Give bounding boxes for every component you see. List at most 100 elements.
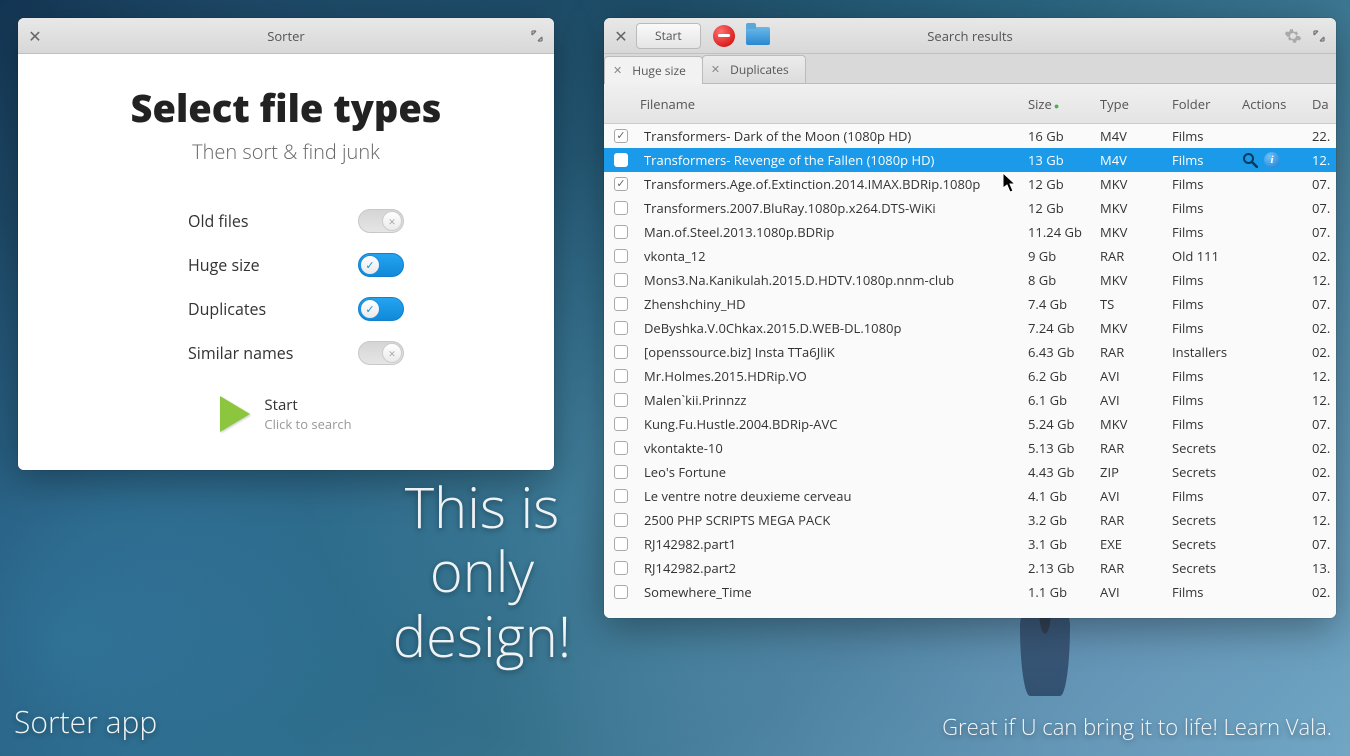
sorter-titlebar[interactable]: ✕ Sorter bbox=[18, 18, 554, 54]
row-checkbox[interactable] bbox=[614, 249, 628, 263]
table-row[interactable]: vkonta_129 GbRAROld 111i02. bbox=[604, 244, 1336, 268]
toggle-huge size[interactable] bbox=[358, 253, 404, 277]
table-row[interactable]: Malen`kii.Prinnzz6.1 GbAVIFilmsi12. bbox=[604, 388, 1336, 412]
magnifier-icon[interactable] bbox=[1242, 152, 1258, 168]
cell-folder: Secrets bbox=[1172, 535, 1242, 553]
row-checkbox[interactable] bbox=[614, 585, 628, 599]
maximize-icon[interactable] bbox=[528, 27, 546, 45]
col-filename[interactable]: Filename bbox=[636, 95, 1028, 113]
toolbar-start-button[interactable]: Start bbox=[636, 23, 701, 49]
open-folder-button[interactable] bbox=[745, 23, 771, 49]
table-row[interactable]: Man.of.Steel.2013.1080p.BDRip11.24 GbMKV… bbox=[604, 220, 1336, 244]
row-checkbox[interactable] bbox=[614, 273, 628, 287]
col-size[interactable]: Size● bbox=[1028, 95, 1100, 113]
cell-folder: Secrets bbox=[1172, 511, 1242, 529]
table-row[interactable]: RJ142982.part13.1 GbEXESecretsi07. bbox=[604, 532, 1336, 556]
table-row[interactable]: DeByshka.V.0Chkax.2015.D.WEB-DL.1080p7.2… bbox=[604, 316, 1336, 340]
sorter-body: Select file types Then sort & find junk … bbox=[18, 54, 554, 470]
results-titlebar[interactable]: ✕ Start Search results bbox=[604, 18, 1336, 54]
cell-type: TS bbox=[1100, 295, 1172, 313]
tab-huge size[interactable]: ✕ Huge size bbox=[604, 56, 703, 84]
tab-close-icon[interactable]: ✕ bbox=[613, 63, 622, 78]
row-checkbox[interactable] bbox=[614, 345, 628, 359]
cell-date: 02. bbox=[1312, 247, 1336, 265]
table-row[interactable]: Transformers- Dark of the Moon (1080p HD… bbox=[604, 124, 1336, 148]
toggle-duplicates[interactable] bbox=[358, 297, 404, 321]
cell-date: 02. bbox=[1312, 343, 1336, 361]
cell-date: 12. bbox=[1312, 511, 1336, 529]
cell-type: MKV bbox=[1100, 223, 1172, 241]
option-label: Similar names bbox=[188, 342, 293, 364]
row-checkbox[interactable] bbox=[614, 201, 628, 215]
row-checkbox[interactable] bbox=[614, 441, 628, 455]
cell-type: MKV bbox=[1100, 271, 1172, 289]
row-checkbox[interactable] bbox=[614, 225, 628, 239]
table-row[interactable]: Transformers.2007.BluRay.1080p.x264.DTS-… bbox=[604, 196, 1336, 220]
table-row[interactable]: vkontakte-105.13 GbRARSecretsi02. bbox=[604, 436, 1336, 460]
col-type[interactable]: Type bbox=[1100, 95, 1172, 113]
row-checkbox[interactable] bbox=[614, 321, 628, 335]
table-row[interactable]: Mr.Holmes.2015.HDRip.VO6.2 GbAVIFilmsi12… bbox=[604, 364, 1336, 388]
row-checkbox[interactable] bbox=[614, 297, 628, 311]
cell-type: M4V bbox=[1100, 127, 1172, 145]
table-row[interactable]: [openssource.biz] Insta TTa6JliK6.43 GbR… bbox=[604, 340, 1336, 364]
table-row[interactable]: 2500 PHP SCRIPTS MEGA PACK3.2 GbRARSecre… bbox=[604, 508, 1336, 532]
cell-date: 07. bbox=[1312, 223, 1336, 241]
row-checkbox[interactable] bbox=[614, 177, 628, 191]
maximize-icon[interactable] bbox=[1310, 27, 1328, 45]
cell-folder: Old 111 bbox=[1172, 247, 1242, 265]
row-checkbox[interactable] bbox=[614, 369, 628, 383]
row-checkbox[interactable] bbox=[614, 417, 628, 431]
cell-filename: [openssource.biz] Insta TTa6JliK bbox=[636, 343, 1028, 361]
row-checkbox[interactable] bbox=[614, 537, 628, 551]
cell-date: 13. bbox=[1312, 559, 1336, 577]
option-row: Old files bbox=[188, 199, 404, 243]
cell-folder: Films bbox=[1172, 295, 1242, 313]
row-checkbox[interactable] bbox=[614, 465, 628, 479]
cell-folder: Films bbox=[1172, 127, 1242, 145]
row-checkbox[interactable] bbox=[614, 129, 628, 143]
start-button[interactable]: Start Click to search bbox=[58, 395, 514, 433]
cell-filename: DeByshka.V.0Chkax.2015.D.WEB-DL.1080p bbox=[636, 319, 1028, 337]
tab-close-icon[interactable]: ✕ bbox=[711, 62, 720, 77]
row-checkbox[interactable] bbox=[614, 561, 628, 575]
table-row[interactable]: Le ventre notre deuxieme cerveau4.1 GbAV… bbox=[604, 484, 1336, 508]
row-checkbox[interactable] bbox=[614, 489, 628, 503]
tab-label: Huge size bbox=[632, 62, 686, 79]
close-icon[interactable]: ✕ bbox=[612, 27, 630, 45]
row-checkbox[interactable] bbox=[614, 153, 628, 167]
close-icon[interactable]: ✕ bbox=[26, 27, 44, 45]
option-row: Duplicates bbox=[188, 287, 404, 331]
cell-size: 4.43 Gb bbox=[1028, 463, 1100, 481]
table-row[interactable]: Leo's Fortune4.43 GbZIPSecretsi02. bbox=[604, 460, 1336, 484]
table-row[interactable]: Somewhere_Time1.1 GbAVIFilmsi02. bbox=[604, 580, 1336, 604]
minus-circle-icon bbox=[713, 25, 735, 47]
cell-size: 16 Gb bbox=[1028, 127, 1100, 145]
table-row[interactable]: Kung.Fu.Hustle.2004.BDRip-AVC5.24 GbMKVF… bbox=[604, 412, 1336, 436]
cell-date: 02. bbox=[1312, 583, 1336, 601]
option-label: Huge size bbox=[188, 254, 260, 276]
col-date[interactable]: Da bbox=[1312, 95, 1336, 113]
table-row[interactable]: Transformers.Age.of.Extinction.2014.IMAX… bbox=[604, 172, 1336, 196]
cell-filename: 2500 PHP SCRIPTS MEGA PACK bbox=[636, 511, 1028, 529]
delete-button[interactable] bbox=[711, 23, 737, 49]
info-icon[interactable]: i bbox=[1264, 152, 1280, 168]
col-folder[interactable]: Folder bbox=[1172, 95, 1242, 113]
table-row[interactable]: RJ142982.part22.13 GbRARSecretsi13. bbox=[604, 556, 1336, 580]
table-row[interactable]: Zhenshchiny_HD7.4 GbTSFilmsi07. bbox=[604, 292, 1336, 316]
tab-duplicates[interactable]: ✕Duplicates bbox=[702, 55, 806, 83]
row-checkbox[interactable] bbox=[614, 513, 628, 527]
row-checkbox[interactable] bbox=[614, 393, 628, 407]
cell-size: 6.43 Gb bbox=[1028, 343, 1100, 361]
toggle-similar names[interactable] bbox=[358, 341, 404, 365]
cell-size: 11.24 Gb bbox=[1028, 223, 1100, 241]
cell-folder: Installers bbox=[1172, 343, 1242, 361]
table-row[interactable]: Mons3.Na.Kanikulah.2015.D.HDTV.1080p.nnm… bbox=[604, 268, 1336, 292]
cell-folder: Films bbox=[1172, 415, 1242, 433]
cell-folder: Films bbox=[1172, 199, 1242, 217]
table-row[interactable]: Transformers- Revenge of the Fallen (108… bbox=[604, 148, 1336, 172]
sort-indicator-icon: ● bbox=[1054, 99, 1059, 112]
toggle-old files[interactable] bbox=[358, 209, 404, 233]
cell-date: 07. bbox=[1312, 535, 1336, 553]
settings-button[interactable] bbox=[1280, 23, 1306, 49]
